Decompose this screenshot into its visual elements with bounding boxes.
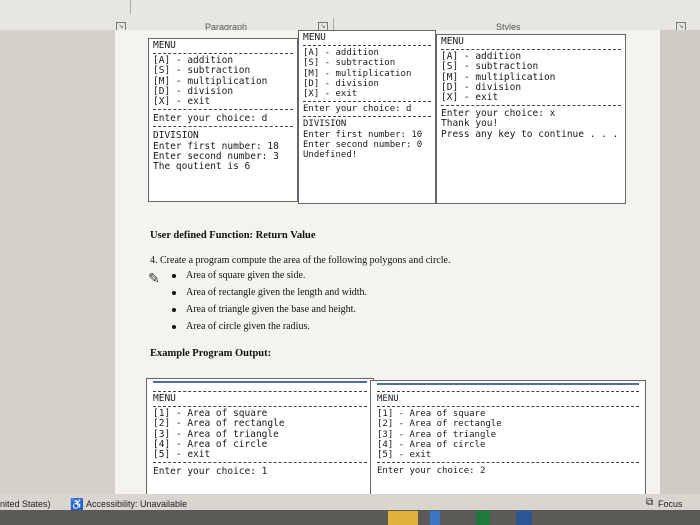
word-icon[interactable] (516, 511, 532, 525)
list-item: Area of triangle given the base and heig… (172, 304, 356, 315)
list-item: Area of rectangle given the length and w… (172, 287, 367, 298)
divider (377, 462, 639, 464)
divider (153, 391, 367, 392)
menu-item: [X] - exit (153, 96, 211, 108)
task-description: 4. Create a program compute the area of … (150, 255, 451, 266)
menu-item: [X] - exit (441, 92, 499, 104)
console-output-exit: MENU [A] - addition [S] - subtraction [M… (436, 34, 626, 204)
workspace-right (660, 30, 700, 510)
divider (377, 406, 639, 408)
divider (153, 109, 293, 111)
output-line: The qoutient is 6 (153, 161, 251, 173)
ribbon-divider (130, 0, 131, 14)
prompt: Enter your choice: d (153, 113, 268, 125)
bullet-icon (172, 273, 176, 278)
menu-item: [S] - subtraction (303, 58, 396, 69)
file-explorer-icon[interactable] (388, 511, 418, 525)
menu-item: [1] - Area of square (377, 409, 486, 420)
menu-item: [3] - Area of triangle (377, 429, 497, 440)
divider (153, 53, 293, 55)
console-output-area-menu: MENU [1] - Area of square [2] - Area of … (370, 380, 646, 498)
menu-title: MENU (377, 394, 399, 404)
section-title: User defined Function: Return Value (150, 230, 316, 241)
menu-item: [X] - exit (303, 89, 358, 100)
divider (441, 105, 621, 107)
focus-mode-button[interactable]: Focus (658, 499, 683, 509)
divider (153, 462, 367, 464)
divider (153, 406, 367, 408)
prompt: Enter your choice: 1 (153, 466, 268, 478)
excel-icon[interactable] (476, 511, 490, 525)
list-item-text: Area of rectangle given the length and w… (186, 287, 368, 298)
pen-annotation-icon: ✎ (148, 270, 160, 286)
output-line: Enter first number: 10 (303, 129, 423, 140)
language-status[interactable]: nited States) (0, 499, 51, 509)
menu-item: [A] - addition (303, 48, 379, 59)
console-title-bar (153, 381, 367, 383)
menu-title: MENU (153, 393, 176, 404)
list-item-text: Area of circle given the radius. (186, 321, 310, 332)
menu-item: [4] - Area of circle (377, 439, 486, 450)
prompt: Enter your choice: d (303, 104, 412, 115)
console-output-division: MENU [A] - addition [S] - subtraction [M… (148, 38, 298, 202)
example-output-heading: Example Program Output: (150, 348, 272, 359)
menu-item: [M] - multiplication (303, 68, 412, 79)
console-output-area-menu: MENU [1] - Area of square [2] - Area of … (146, 378, 374, 500)
output-line: Press any key to continue . . . (441, 128, 619, 140)
list-item: Area of circle given the radius. (172, 321, 310, 332)
bullet-icon (172, 290, 176, 295)
menu-title: MENU (153, 40, 176, 51)
mail-icon[interactable] (430, 511, 440, 525)
divider (441, 49, 621, 51)
divider (303, 101, 431, 103)
menu-item: [D] - division (303, 78, 379, 89)
accessibility-status[interactable]: Accessibility: Unavailable (86, 499, 187, 509)
output-line: Undefined! (303, 150, 358, 161)
list-item-text: Area of triangle given the base and heig… (186, 304, 356, 315)
console-output-division-by-zero: MENU [A] - addition [S] - subtraction [M… (298, 30, 436, 204)
menu-title: MENU (303, 32, 326, 43)
output-line: Enter second number: 0 (303, 139, 423, 150)
focus-icon[interactable]: ⧉ (646, 497, 653, 508)
menu-item: [2] - Area of rectangle (377, 419, 502, 430)
divider (153, 126, 293, 128)
bullet-icon (172, 324, 176, 329)
console-title-bar (377, 383, 639, 385)
list-item: Area of square given the side. (172, 270, 305, 281)
taskbar (0, 510, 700, 525)
prompt: Enter your choice: 2 (377, 466, 486, 477)
workspace-left (0, 30, 115, 510)
list-item-text: Area of square given the side. (186, 270, 306, 281)
menu-item: [5] - exit (377, 450, 432, 461)
divider (303, 116, 431, 118)
output-line: DIVISION (303, 119, 347, 130)
bullet-icon (172, 307, 176, 312)
divider (303, 45, 431, 47)
menu-item: [5] - exit (153, 449, 211, 461)
menu-title: MENU (441, 36, 464, 47)
divider (377, 391, 639, 392)
